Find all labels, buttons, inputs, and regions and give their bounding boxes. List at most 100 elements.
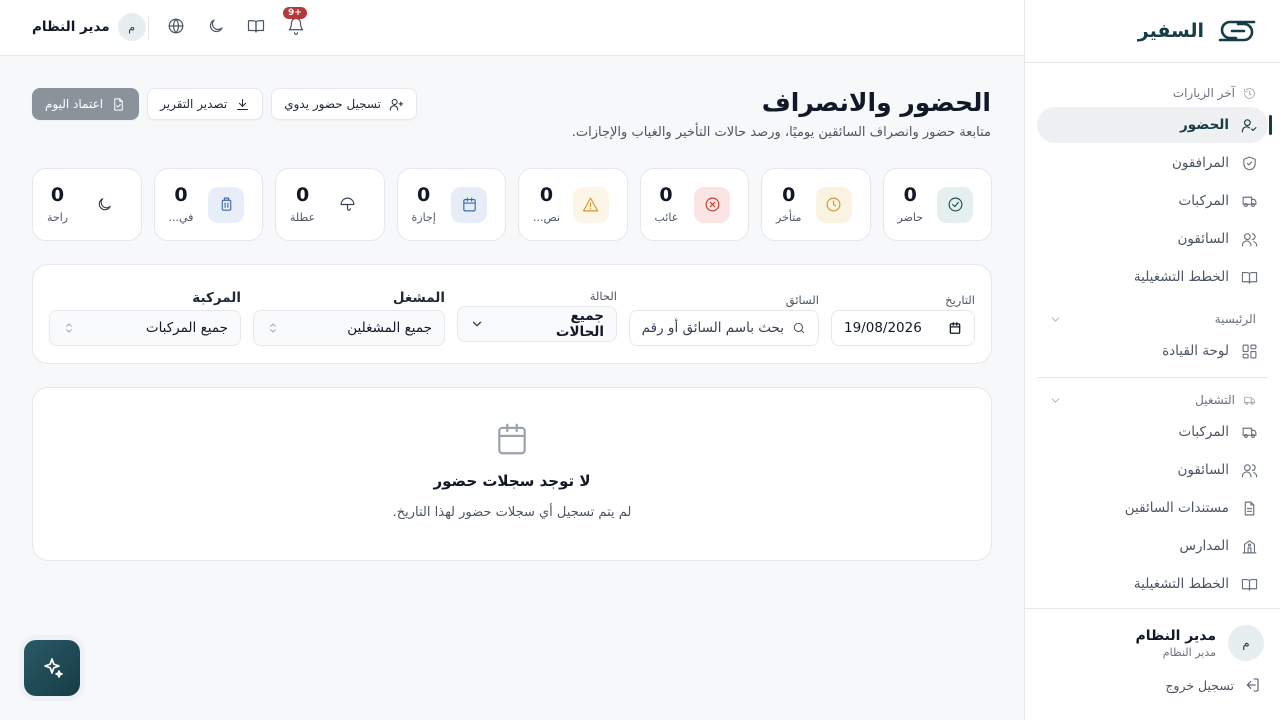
book-open-icon [245, 17, 265, 35]
driver-label: السائق [785, 293, 819, 307]
sidebar-item-label: لوحة القيادة [1162, 343, 1229, 359]
sidebar-item-label: الخطط التشغيلية [1133, 269, 1229, 285]
filters-panel: التاريخ 19/08/2026 السائق بحث باسم السائ… [32, 264, 992, 364]
book-icon [1241, 576, 1258, 593]
stat-label: متأخر [776, 210, 802, 224]
stat-value: 0 [539, 183, 554, 206]
brand-name: السفير [1137, 20, 1204, 42]
sidebar-item-drivers[interactable]: السائقون [1037, 221, 1268, 257]
stat-card-absent[interactable]: 0 غائب [639, 168, 749, 241]
sidebar-item-label: المدارس [1179, 538, 1229, 554]
status-value: جميع الحالات [555, 308, 604, 340]
export-report-button[interactable]: تصدير التقرير [147, 88, 264, 120]
stat-label: نص... [533, 210, 561, 224]
sidebar-item-label: السائقون [1177, 462, 1230, 478]
sparkles-icon [40, 656, 64, 680]
stat-card-leave[interactable]: 0 إجازة [396, 168, 506, 241]
stat-card-present[interactable]: 0 حاضر [882, 168, 992, 241]
approve-day-button[interactable]: اعتماد اليوم [32, 88, 140, 120]
operator-select[interactable]: جميع المشغلين [253, 310, 445, 346]
sidebar: السفير آخر الزيارات الحضور المرافقون الم… [1024, 0, 1280, 720]
globe-icon [165, 17, 185, 35]
sidebar-item-operational-plans[interactable]: الخطط التشغيلية [1037, 259, 1268, 295]
chevron-down-icon [1049, 394, 1062, 407]
operator-value: جميع المشغلين [347, 320, 432, 336]
sidebar-divider [1037, 377, 1268, 378]
sidebar-item-label: المركبات [1178, 424, 1229, 440]
stat-label: راحة [47, 210, 69, 224]
brand-logo-icon [1214, 16, 1260, 46]
user-check-icon [1241, 117, 1258, 134]
status-label: الحالة [589, 289, 617, 303]
language-button[interactable] [165, 17, 185, 37]
section-operations-label: التشغيل [1195, 393, 1235, 407]
bus-icon [1241, 193, 1258, 210]
topbar-user-menu[interactable]: مدير النظام م [32, 13, 146, 41]
logout-icon [1244, 677, 1260, 693]
status-select[interactable]: جميع الحالات [457, 306, 617, 342]
sidebar-user[interactable]: م مدير النظام مدير النظام [1041, 625, 1264, 661]
sidebar-item-driver-documents[interactable]: مستندات السائقين [1037, 490, 1268, 526]
calendar-icon [451, 186, 487, 223]
logout-button[interactable]: تسجيل خروج [1041, 677, 1264, 693]
topbar-separator [148, 16, 149, 40]
users-icon [1241, 462, 1258, 479]
section-operations[interactable]: التشغيل [1037, 388, 1268, 412]
sidebar-footer: م مدير النظام مدير النظام تسجيل خروج [1025, 608, 1280, 720]
sidebar-item-label: المرافقون [1171, 155, 1229, 171]
sidebar-item-label: السائقون [1177, 231, 1230, 247]
section-main-label: الرئيسية [1214, 312, 1256, 326]
avatar: م [1228, 625, 1264, 661]
guide-button[interactable] [245, 17, 265, 37]
ai-assistant-button[interactable] [24, 640, 80, 696]
vehicle-value: جميع المركبات [145, 320, 228, 336]
topbar-user-name: مدير النظام [32, 19, 110, 35]
section-recent-label: آخر الزيارات [1172, 86, 1235, 100]
stat-card-travel[interactable]: 0 في... [153, 168, 263, 241]
sidebar-item-label: الحضور [1180, 117, 1229, 133]
sidebar-item-vehicles[interactable]: المركبات [1037, 183, 1268, 219]
brand[interactable]: السفير [1025, 0, 1280, 63]
sidebar-item-attendance[interactable]: الحضور [1037, 107, 1272, 143]
driver-search-placeholder: بحث باسم السائق أو رقم [641, 320, 784, 336]
stat-card-holiday[interactable]: 0 عطلة [275, 168, 385, 241]
manual-attendance-button[interactable]: تسجيل حضور يدوي [271, 88, 417, 120]
section-main[interactable]: الرئيسية [1037, 307, 1268, 331]
shield-icon [1241, 155, 1258, 172]
search-icon [792, 321, 806, 335]
calendar-icon [948, 321, 962, 335]
luggage-icon [208, 186, 244, 223]
vehicle-select[interactable]: جميع المركبات [49, 310, 241, 346]
stat-label: غائب [654, 210, 678, 224]
theme-toggle-button[interactable] [205, 17, 225, 37]
user-plus-icon [389, 97, 404, 112]
vehicle-label: المركبة [192, 290, 241, 306]
moon-icon [86, 186, 123, 223]
clock-icon [815, 186, 852, 223]
sidebar-item-ops-vehicles[interactable]: المركبات [1037, 414, 1268, 450]
date-input[interactable]: 19/08/2026 [831, 310, 975, 346]
empty-state-title: لا توجد سجلات حضور [433, 472, 591, 490]
sidebar-item-ops-plans[interactable]: الخطط التشغيلية [1037, 566, 1268, 602]
sidebar-user-name: مدير النظام [1135, 627, 1216, 644]
sidebar-item-schools[interactable]: المدارس [1037, 528, 1268, 564]
stat-card-partial[interactable]: 0 نص... [518, 168, 628, 241]
empty-state-message: لم يتم تسجيل أي سجلات حضور لهذا التاريخ. [392, 505, 632, 520]
stat-card-rest[interactable]: 0 راحة [32, 168, 142, 241]
stats-row: 0 حاضر 0 متأخر 0 غائب 0 نص... 0 إجازة 0 … [32, 168, 992, 241]
sidebar-item-dashboard[interactable]: لوحة القيادة [1037, 333, 1268, 369]
download-icon [235, 97, 250, 112]
notifications-button[interactable]: 9+ [283, 7, 307, 37]
stat-value: 0 [50, 183, 65, 206]
sidebar-user-role: مدير النظام [1162, 645, 1216, 659]
sidebar-item-label: المركبات [1178, 193, 1229, 209]
bus-icon [1241, 424, 1258, 441]
sidebar-nav: آخر الزيارات الحضور المرافقون المركبات ا… [1025, 63, 1280, 602]
book-icon [1241, 269, 1258, 286]
stat-card-late[interactable]: 0 متأخر [761, 168, 871, 241]
date-value: 19/08/2026 [844, 320, 922, 336]
sidebar-item-ops-drivers[interactable]: السائقون [1037, 452, 1268, 488]
sidebar-item-escorts[interactable]: المرافقون [1037, 145, 1268, 181]
driver-search-input[interactable]: بحث باسم السائق أو رقم [629, 310, 819, 346]
calendar-icon [493, 420, 531, 458]
